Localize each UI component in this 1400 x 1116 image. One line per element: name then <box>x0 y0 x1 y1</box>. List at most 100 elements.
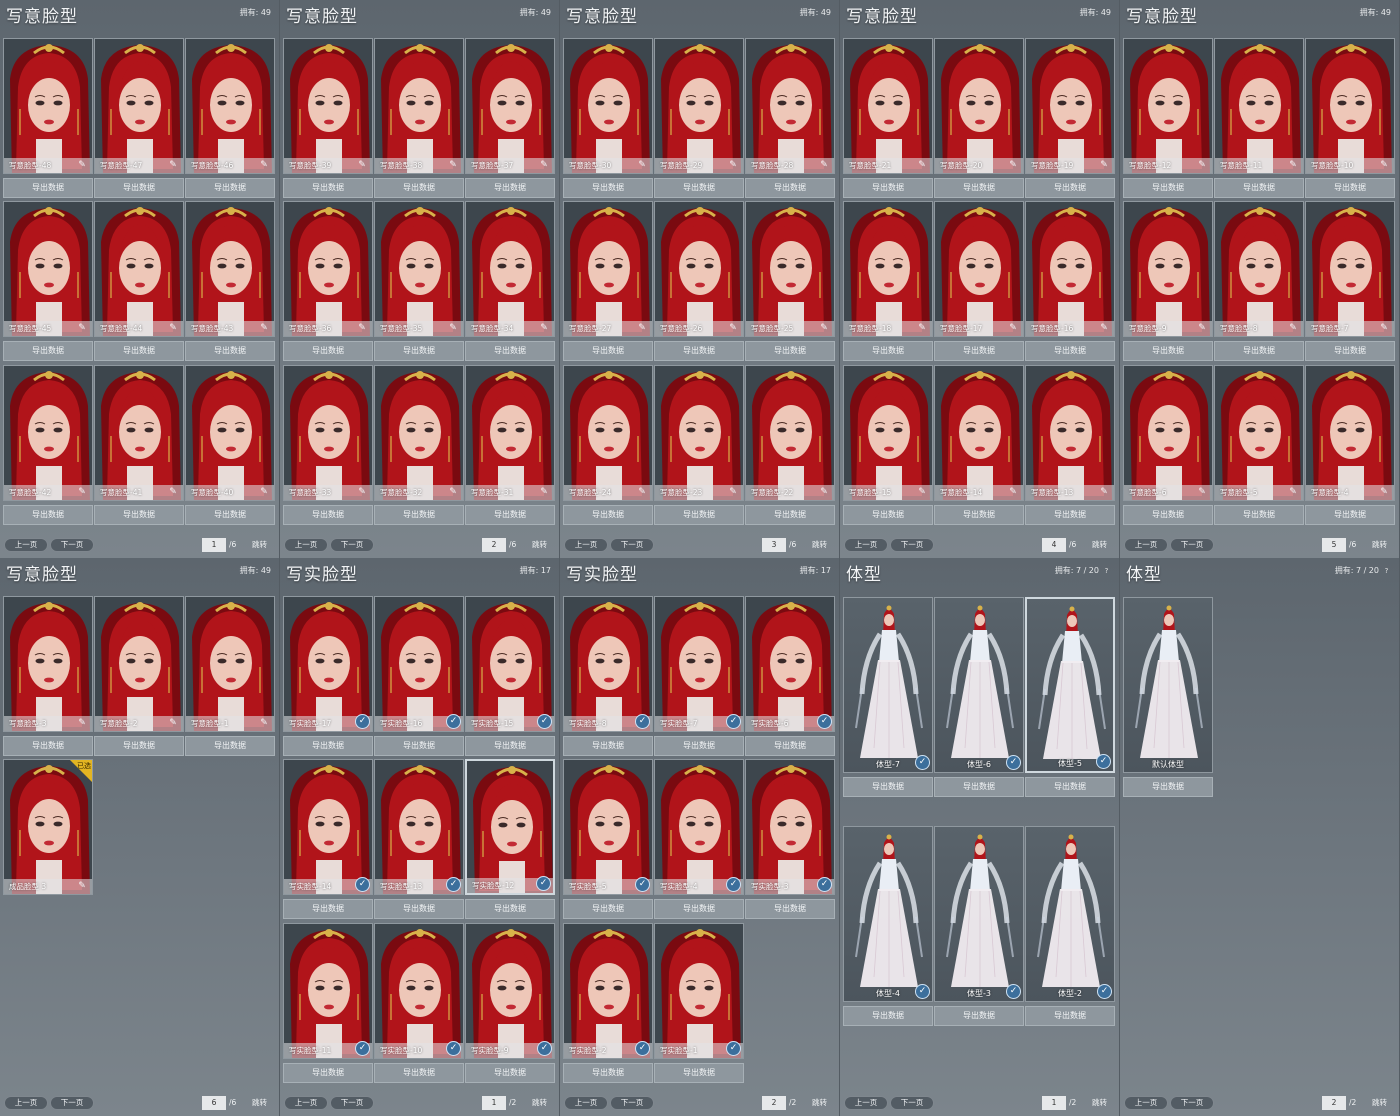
card-thumbnail[interactable]: 成品脸型 3 ✎ 已选 <box>3 759 93 895</box>
export-data-button[interactable]: 导出数据 <box>563 1063 653 1083</box>
card-thumbnail[interactable]: 写意脸型-23 ✎ <box>654 365 744 501</box>
face-card[interactable]: 写意脸型-21 ✎ 导出数据 <box>843 38 933 198</box>
export-data-button[interactable]: 导出数据 <box>843 341 933 361</box>
card-thumbnail[interactable]: 写意脸型-24 ✎ <box>563 365 653 501</box>
page-number-input[interactable]: 1 <box>202 538 226 552</box>
pencil-icon[interactable]: ✎ <box>257 717 271 729</box>
pencil-icon[interactable]: ✎ <box>817 322 831 334</box>
jump-button[interactable]: 跳转 <box>1372 538 1387 552</box>
card-thumbnail[interactable]: 写意脸型-11 ✎ <box>1214 38 1304 174</box>
card-thumbnail[interactable]: 写意脸型-12 ✎ <box>1123 38 1213 174</box>
card-thumbnail[interactable]: 写意脸型-36 ✎ <box>283 201 373 337</box>
card-thumbnail[interactable]: 写实脸型-11 ✓ <box>283 923 373 1059</box>
export-data-button[interactable]: 导出数据 <box>1025 777 1115 797</box>
export-data-button[interactable]: 导出数据 <box>465 341 555 361</box>
card-thumbnail[interactable]: 写意脸型-35 ✎ <box>374 201 464 337</box>
next-page-button[interactable]: 下一页 <box>1170 1096 1214 1110</box>
pencil-icon[interactable]: ✎ <box>75 322 89 334</box>
page-number-input[interactable]: 4 <box>1042 538 1066 552</box>
export-data-button[interactable]: 导出数据 <box>3 178 93 198</box>
pencil-icon[interactable]: ✎ <box>446 159 460 171</box>
body-card[interactable]: 体型-5 ✓ 导出数据 <box>1025 597 1115 797</box>
pencil-icon[interactable]: ✎ <box>1195 322 1209 334</box>
face-card[interactable]: 写意脸型-37 ✎ 导出数据 <box>465 38 555 198</box>
face-card[interactable]: 写意脸型-5 ✎ 导出数据 <box>1214 365 1304 525</box>
export-data-button[interactable]: 导出数据 <box>374 1063 464 1083</box>
face-card[interactable]: 写意脸型-17 ✎ 导出数据 <box>934 201 1024 361</box>
body-card[interactable]: 体型-7 ✓ 导出数据 <box>843 597 933 797</box>
face-card[interactable]: 写意脸型-13 ✎ 导出数据 <box>1025 365 1115 525</box>
card-thumbnail[interactable]: 写实脸型-2 ✓ <box>563 923 653 1059</box>
card-thumbnail[interactable]: 写意脸型-20 ✎ <box>934 38 1024 174</box>
face-card[interactable]: 写意脸型-3 ✎ 导出数据 <box>3 596 93 756</box>
jump-button[interactable]: 跳转 <box>252 538 267 552</box>
export-data-button[interactable]: 导出数据 <box>3 505 93 525</box>
card-thumbnail[interactable]: 写意脸型-2 ✎ <box>94 596 184 732</box>
card-thumbnail[interactable]: 体型-2 ✓ <box>1025 826 1115 1002</box>
jump-button[interactable]: 跳转 <box>812 538 827 552</box>
export-data-button[interactable]: 导出数据 <box>1025 178 1115 198</box>
pencil-icon[interactable]: ✎ <box>726 322 740 334</box>
jump-button[interactable]: 跳转 <box>252 1096 267 1110</box>
face-card[interactable]: 写实脸型-12 ✓ 导出数据 <box>465 759 555 919</box>
face-card[interactable]: 写意脸型-22 ✎ 导出数据 <box>745 365 835 525</box>
pencil-icon[interactable]: ✎ <box>817 486 831 498</box>
card-thumbnail[interactable]: 体型-7 ✓ <box>843 597 933 773</box>
jump-button[interactable]: 跳转 <box>532 1096 547 1110</box>
pencil-icon[interactable]: ✎ <box>1006 322 1020 334</box>
face-card[interactable]: 成品脸型 3 ✎ 已选 <box>3 759 93 919</box>
export-data-button[interactable]: 导出数据 <box>374 505 464 525</box>
pencil-icon[interactable]: ✎ <box>537 159 551 171</box>
card-thumbnail[interactable]: 写意脸型-43 ✎ <box>185 201 275 337</box>
face-card[interactable]: 写意脸型-8 ✎ 导出数据 <box>1214 201 1304 361</box>
card-thumbnail[interactable]: 写意脸型-22 ✎ <box>745 365 835 501</box>
face-card[interactable]: 写意脸型-15 ✎ 导出数据 <box>843 365 933 525</box>
export-data-button[interactable]: 导出数据 <box>94 736 184 756</box>
face-card[interactable]: 写意脸型-10 ✎ 导出数据 <box>1305 38 1395 198</box>
export-data-button[interactable]: 导出数据 <box>745 178 835 198</box>
export-data-button[interactable]: 导出数据 <box>563 341 653 361</box>
face-card[interactable]: 写意脸型-18 ✎ 导出数据 <box>843 201 933 361</box>
body-card[interactable]: 体型-3 ✓ 导出数据 <box>934 826 1024 1026</box>
face-card[interactable]: 写意脸型-34 ✎ 导出数据 <box>465 201 555 361</box>
export-data-button[interactable]: 导出数据 <box>283 736 373 756</box>
export-data-button[interactable]: 导出数据 <box>654 341 744 361</box>
prev-page-button[interactable]: 上一页 <box>844 1096 888 1110</box>
pencil-icon[interactable]: ✎ <box>1286 322 1300 334</box>
card-thumbnail[interactable]: 写实脸型-12 ✓ <box>465 759 555 895</box>
export-data-button[interactable]: 导出数据 <box>563 736 653 756</box>
face-card[interactable]: 写意脸型-36 ✎ 导出数据 <box>283 201 373 361</box>
pencil-icon[interactable]: ✎ <box>635 486 649 498</box>
face-card[interactable]: 写意脸型-11 ✎ 导出数据 <box>1214 38 1304 198</box>
prev-page-button[interactable]: 上一页 <box>844 538 888 552</box>
card-thumbnail[interactable]: 写意脸型-3 ✎ <box>3 596 93 732</box>
face-card[interactable]: 写意脸型-16 ✎ 导出数据 <box>1025 201 1115 361</box>
card-thumbnail[interactable]: 写实脸型-7 ✓ <box>654 596 744 732</box>
export-data-button[interactable]: 导出数据 <box>185 505 275 525</box>
next-page-button[interactable]: 下一页 <box>890 538 934 552</box>
pencil-icon[interactable]: ✎ <box>1006 486 1020 498</box>
export-data-button[interactable]: 导出数据 <box>283 178 373 198</box>
export-data-button[interactable]: 导出数据 <box>745 505 835 525</box>
export-data-button[interactable]: 导出数据 <box>843 1006 933 1026</box>
pencil-icon[interactable]: ✎ <box>75 159 89 171</box>
export-data-button[interactable]: 导出数据 <box>934 777 1024 797</box>
card-thumbnail[interactable]: 写意脸型-1 ✎ <box>185 596 275 732</box>
pencil-icon[interactable]: ✎ <box>1097 322 1111 334</box>
card-thumbnail[interactable]: 写意脸型-17 ✎ <box>934 201 1024 337</box>
export-data-button[interactable]: 导出数据 <box>563 899 653 919</box>
card-thumbnail[interactable]: 写意脸型-19 ✎ <box>1025 38 1115 174</box>
card-thumbnail[interactable]: 写实脸型-15 ✓ <box>465 596 555 732</box>
pencil-icon[interactable]: ✎ <box>726 486 740 498</box>
next-page-button[interactable]: 下一页 <box>610 1096 654 1110</box>
pencil-icon[interactable]: ✎ <box>257 486 271 498</box>
export-data-button[interactable]: 导出数据 <box>465 899 555 919</box>
card-thumbnail[interactable]: 体型-5 ✓ <box>1025 597 1115 773</box>
face-card[interactable]: 写实脸型-17 ✓ 导出数据 <box>283 596 373 756</box>
card-thumbnail[interactable]: 写实脸型-8 ✓ <box>563 596 653 732</box>
page-number-input[interactable]: 2 <box>762 1096 786 1110</box>
pencil-icon[interactable]: ✎ <box>1286 159 1300 171</box>
face-card[interactable]: 写实脸型-15 ✓ 导出数据 <box>465 596 555 756</box>
next-page-button[interactable]: 下一页 <box>890 1096 934 1110</box>
card-thumbnail[interactable]: 写意脸型-37 ✎ <box>465 38 555 174</box>
